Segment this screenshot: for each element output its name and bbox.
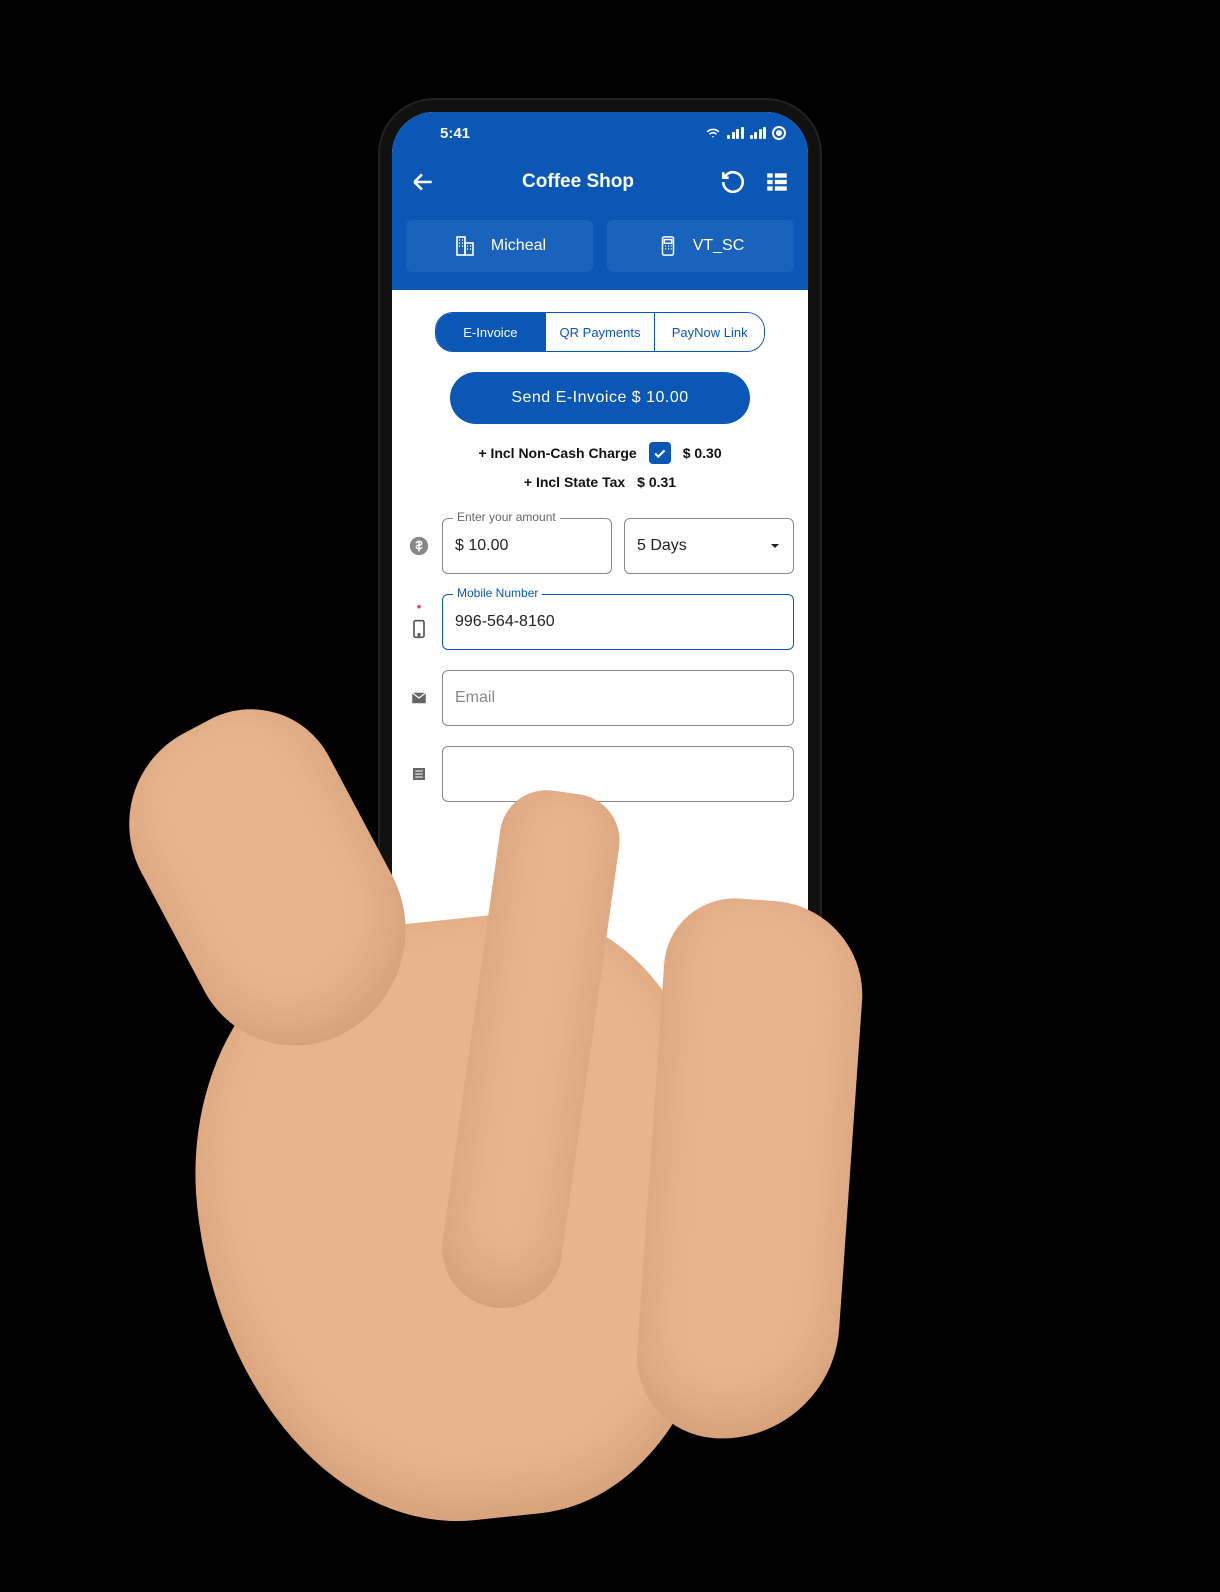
mobile-row-icon: * (406, 603, 432, 641)
noncash-label: + Incl Non-Cash Charge (478, 445, 636, 461)
page-title: Coffee Shop (522, 171, 634, 193)
merchant-chip-label: Micheal (491, 237, 546, 255)
amount-row-icon (406, 535, 432, 557)
signal-1-icon (727, 127, 744, 139)
tab-qr-payments-label: QR Payments (560, 325, 641, 340)
email-row-icon (406, 689, 432, 707)
signal-2-icon (750, 127, 767, 139)
mobile-field[interactable]: Mobile Number 996-564-8160 (442, 594, 794, 650)
status-time: 5:41 (440, 125, 470, 142)
screen: 5:41 Coffee Shop Micheal VT_ (392, 112, 808, 1008)
state-tax-row: + Incl State Tax $ 0.31 (406, 474, 794, 490)
send-e-invoice-button[interactable]: Send E-Invoice $ 10.00 (450, 372, 750, 424)
app-bar: Coffee Shop (392, 154, 808, 210)
merchant-chip[interactable]: Micheal (406, 220, 593, 272)
terminal-chip-label: VT_SC (693, 237, 745, 255)
phone-frame: 5:41 Coffee Shop Micheal VT_ (380, 100, 820, 1020)
tab-paynow-link[interactable]: PayNow Link (655, 313, 764, 351)
tax-label: + Incl State Tax (524, 474, 625, 490)
email-field[interactable]: Email (442, 670, 794, 726)
payment-mode-tabs: E-Invoice QR Payments PayNow Link (435, 312, 765, 352)
building-icon (453, 234, 477, 258)
note-field[interactable] (442, 746, 794, 802)
status-indicators (705, 126, 786, 140)
phone-icon (409, 617, 429, 641)
dollar-circle-icon (408, 535, 430, 557)
noncash-checkbox[interactable] (649, 442, 671, 464)
content-area: E-Invoice QR Payments PayNow Link Send E… (392, 290, 808, 1008)
fab-menu-button[interactable] (738, 938, 790, 990)
status-bar: 5:41 (392, 112, 808, 154)
required-star: * (417, 603, 421, 615)
email-placeholder: Email (455, 689, 495, 707)
amount-field[interactable]: Enter your amount $ 10.00 (442, 518, 612, 574)
expiry-value: 5 Days (637, 537, 687, 555)
note-row-icon (406, 765, 432, 783)
expiry-select[interactable]: 5 Days (624, 518, 794, 574)
noncash-charge-row: + Incl Non-Cash Charge $ 0.30 (406, 442, 794, 464)
tab-e-invoice-label: E-Invoice (463, 325, 517, 340)
amount-value: $ 10.00 (455, 537, 508, 555)
chevron-down-icon (769, 540, 781, 552)
check-icon (652, 446, 667, 461)
location-icon (772, 126, 786, 140)
tab-e-invoice[interactable]: E-Invoice (436, 313, 546, 351)
noncash-amount: $ 0.30 (683, 445, 722, 461)
mobile-value: 996-564-8160 (455, 613, 555, 631)
amount-field-label: Enter your amount (453, 510, 560, 524)
back-arrow-icon[interactable] (410, 169, 436, 195)
mobile-field-label: Mobile Number (453, 586, 542, 600)
refresh-icon[interactable] (720, 169, 746, 195)
context-chips: Micheal VT_SC (392, 210, 808, 290)
wifi-icon (705, 126, 721, 140)
tax-amount: $ 0.31 (637, 474, 676, 490)
terminal-chip[interactable]: VT_SC (607, 220, 794, 272)
tab-qr-payments[interactable]: QR Payments (546, 313, 656, 351)
tab-paynow-link-label: PayNow Link (672, 325, 748, 340)
list-menu-icon[interactable] (764, 169, 790, 195)
invoice-form: Enter your amount $ 10.00 5 Days * (406, 518, 794, 802)
terminal-device-icon (657, 234, 679, 258)
mail-icon (408, 689, 430, 707)
hamburger-icon (753, 953, 775, 975)
receipt-icon (408, 765, 430, 783)
